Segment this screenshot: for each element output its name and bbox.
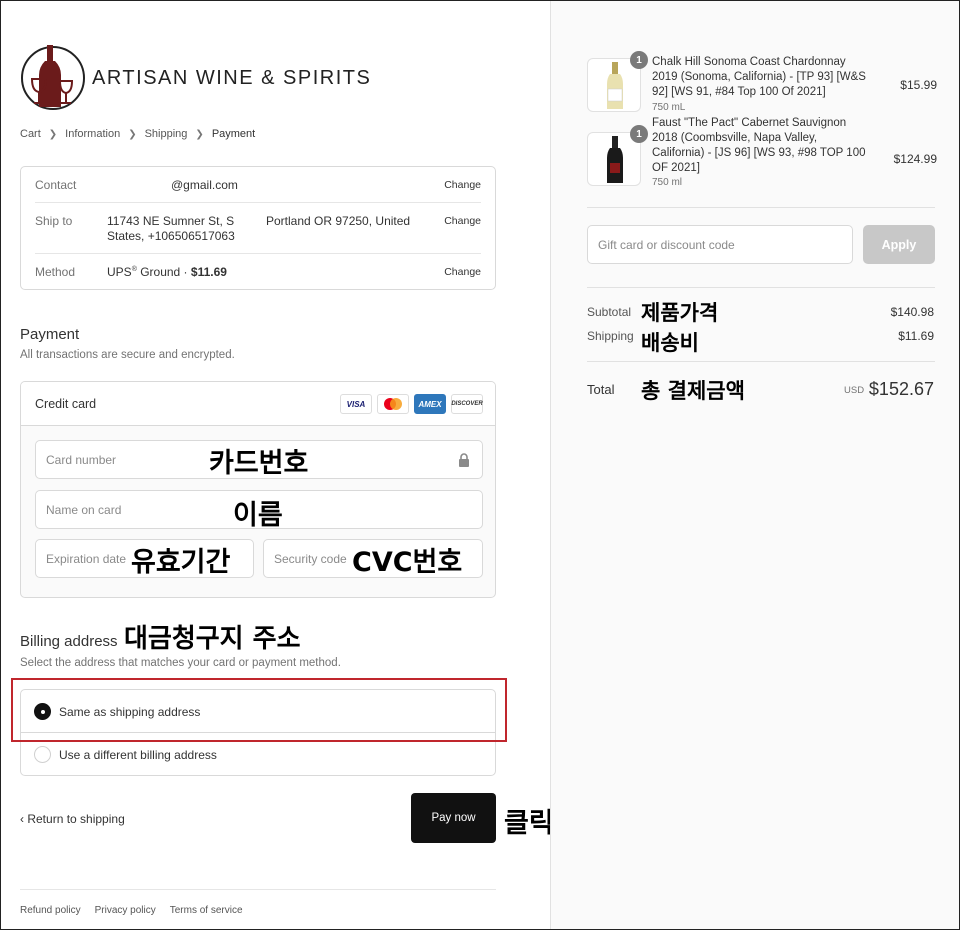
quantity-badge: 1 — [630, 51, 648, 69]
radio-unselected[interactable] — [34, 746, 51, 763]
quantity-badge: 1 — [630, 125, 648, 143]
footer-divider — [20, 889, 496, 890]
card-number-placeholder: Card number — [46, 452, 117, 467]
total-value: $152.67 — [868, 379, 934, 399]
change-ship-to-link[interactable]: Change — [444, 215, 481, 227]
subtotal-label: Subtotal — [587, 305, 632, 319]
return-to-shipping-link[interactable]: ‹ Return to shipping — [20, 812, 125, 826]
shipping-value: $11.69 — [898, 329, 934, 343]
terms-of-service-link[interactable]: Terms of service — [170, 905, 243, 916]
contact-label: Contact — [35, 178, 77, 192]
order-summary: 1 Chalk Hill Sonoma Coast Chardonnay 201… — [550, 1, 959, 929]
breadcrumb: Cart ❯ Information ❯ Shipping ❯ Payment — [20, 128, 255, 140]
amex-icon: AMEX — [414, 394, 446, 414]
return-to-shipping-label: Return to shipping — [27, 812, 125, 826]
annotation-shipping: 배송비 — [641, 331, 699, 355]
change-method-link[interactable]: Change — [444, 266, 481, 278]
credit-card-label: Credit card — [35, 397, 97, 411]
discover-icon: DISCOVER — [451, 394, 483, 414]
billing-title: Billing address — [20, 633, 118, 650]
currency-code: USD — [844, 385, 865, 396]
divider — [587, 361, 935, 362]
privacy-policy-link[interactable]: Privacy policy — [95, 905, 156, 916]
method-carrier: UPS — [107, 265, 132, 279]
annotation-expiration: 유효기간 — [131, 547, 231, 578]
method-label: Method — [35, 265, 76, 279]
highlight-box — [11, 678, 507, 742]
method-value: UPS® Ground · $11.69 — [107, 265, 227, 279]
subtotal-value: $140.98 — [890, 305, 934, 319]
breadcrumb-information[interactable]: Information — [65, 128, 120, 140]
product-thumbnail: 1 — [587, 51, 648, 112]
expiration-date-placeholder: Expiration date — [46, 551, 127, 566]
item-name: Chalk Hill Sonoma Coast Chardonnay 2019 … — [652, 56, 866, 98]
chevron-right-icon: ❯ — [195, 128, 204, 140]
shipping-label: Shipping — [587, 329, 634, 343]
annotation-subtotal: 제품가격 — [641, 301, 719, 325]
billing-subtitle: Select the address that matches your car… — [20, 657, 341, 669]
line-item: 1 Chalk Hill Sonoma Coast Chardonnay 201… — [587, 51, 937, 114]
visa-icon: VISA — [340, 394, 372, 414]
store-name: ARTISAN WINE & SPIRITS — [92, 67, 372, 89]
total-label: Total — [587, 382, 615, 397]
method-service: Ground · — [136, 265, 191, 279]
annotation-name: 이름 — [233, 500, 283, 531]
annotation-total: 총 결제금액 — [641, 379, 745, 403]
card-brands: VISA AMEX DISCOVER — [340, 394, 483, 414]
line-item: 1 Faust "The Pact" Cabernet Sauvignon 20… — [587, 117, 937, 188]
footer-links: Refund policy Privacy policy Terms of se… — [20, 905, 243, 916]
apply-button[interactable]: Apply — [863, 225, 935, 264]
change-contact-link[interactable]: Change — [444, 179, 481, 191]
annotation-cvc: CVC번호 — [352, 547, 463, 578]
divider — [35, 253, 481, 254]
chevron-left-icon: ‹ — [20, 812, 24, 826]
billing-option-different-label: Use a different billing address — [59, 748, 217, 762]
divider — [587, 207, 935, 208]
product-thumbnail: 1 — [587, 125, 648, 186]
discount-code-input[interactable]: Gift card or discount code — [587, 225, 853, 264]
ship-to-value-line2: States, +106506517063 — [107, 229, 235, 243]
item-variant: 750 mL — [652, 102, 686, 113]
item-price: $15.99 — [900, 78, 937, 92]
method-price: $11.69 — [190, 265, 227, 279]
annotation-card-number: 카드번호 — [209, 448, 309, 479]
lock-icon — [459, 453, 469, 467]
payment-title: Payment — [20, 326, 80, 343]
discount-code-placeholder: Gift card or discount code — [598, 237, 735, 252]
annotation-click: 클릭 — [504, 808, 554, 839]
payment-subtitle: All transactions are secure and encrypte… — [20, 349, 235, 361]
store-logo[interactable]: ARTISAN WINE & SPIRITS — [20, 43, 370, 113]
chevron-right-icon: ❯ — [128, 128, 137, 140]
credit-card-header[interactable]: Credit card VISA AMEX DISCOVER — [21, 382, 495, 426]
ship-to-value-line1b: Portland OR 97250, United — [266, 214, 411, 228]
contact-value: @gmail.com — [171, 178, 238, 192]
item-name: Faust "The Pact" Cabernet Sauvignon 2018… — [652, 117, 866, 174]
wine-bottle-logo-icon — [21, 45, 85, 110]
breadcrumb-cart[interactable]: Cart — [20, 128, 41, 140]
divider — [587, 287, 935, 288]
ship-to-label: Ship to — [35, 214, 73, 228]
refund-policy-link[interactable]: Refund policy — [20, 905, 81, 916]
mastercard-icon — [377, 394, 409, 414]
item-variant: 750 ml — [652, 177, 683, 188]
ship-to-value-line1: 11743 NE Sumner St, S — [107, 214, 235, 228]
breadcrumb-shipping[interactable]: Shipping — [145, 128, 188, 140]
pay-now-button[interactable]: Pay now — [411, 793, 496, 843]
divider — [35, 202, 481, 203]
breadcrumb-payment: Payment — [211, 128, 256, 140]
chevron-right-icon: ❯ — [48, 128, 58, 140]
checkout-main: ARTISAN WINE & SPIRITS Cart ❯ Informatio… — [1, 1, 554, 929]
name-on-card-placeholder: Name on card — [46, 502, 122, 517]
order-review-box: Contact @gmail.com Change Ship to 11743 … — [20, 166, 496, 290]
annotation-billing: 대금청구지 주소 — [124, 624, 301, 654]
security-code-placeholder: Security code — [274, 551, 347, 566]
item-price: $124.99 — [893, 152, 937, 166]
